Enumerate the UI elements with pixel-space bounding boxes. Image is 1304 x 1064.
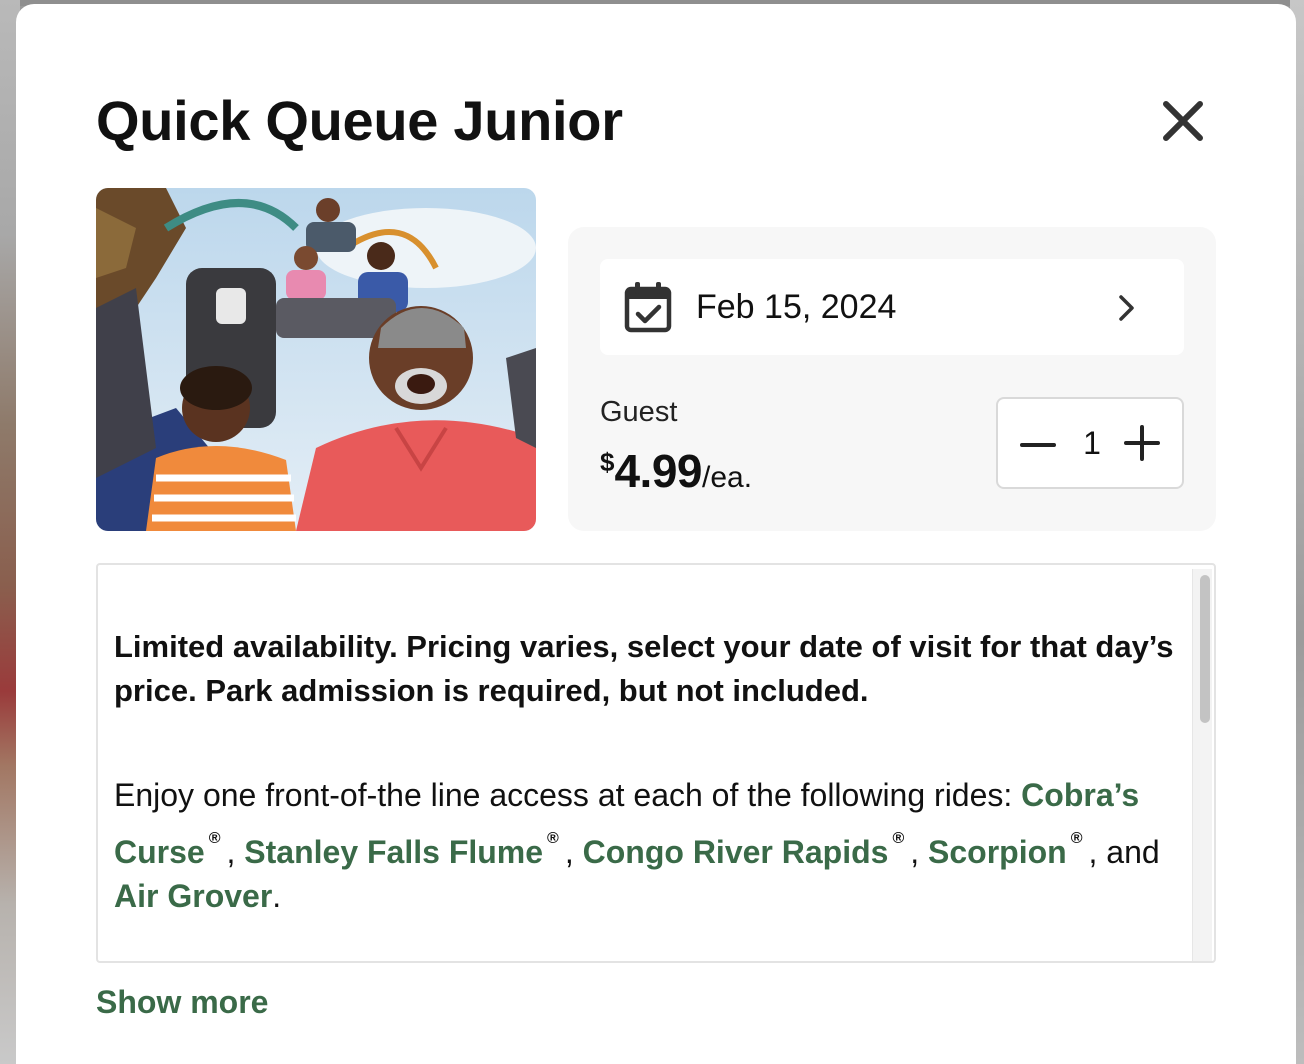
calendar-check-icon — [624, 282, 672, 333]
close-button[interactable] — [1160, 98, 1206, 144]
minus-icon[interactable] — [1018, 425, 1058, 465]
ride-link[interactable]: Stanley Falls Flume — [244, 834, 543, 870]
availability-notice: Limited availability. Pricing varies, se… — [114, 629, 1174, 708]
ticket-type-label: Guest — [600, 396, 678, 428]
registered-mark: ® — [208, 830, 221, 847]
ride-separator: . — [272, 878, 282, 914]
ride-separator: , — [910, 834, 920, 870]
registered-mark: ® — [1070, 830, 1083, 847]
ride-separator: , — [226, 834, 236, 870]
registered-mark: ® — [892, 830, 905, 847]
modal-title: Quick Queue Junior — [96, 89, 623, 152]
chevron-right-icon — [1119, 295, 1134, 321]
price-currency: $ — [600, 447, 615, 477]
description-content: Limited availability. Pricing varies, se… — [114, 625, 1174, 918]
ride-separator: , — [564, 834, 574, 870]
ride-link[interactable]: Air Grover — [114, 878, 272, 914]
price-amount: 4.99 — [614, 445, 702, 497]
scrollbar-thumb[interactable] — [1200, 575, 1210, 723]
registered-mark: ® — [547, 830, 559, 847]
price-unit: /ea. — [702, 461, 753, 494]
close-icon — [1163, 101, 1203, 141]
ride-link[interactable]: Congo River Rapids — [583, 834, 889, 870]
unit-price: $4.99/ea. — [600, 437, 752, 508]
selected-date: Feb 15, 2024 — [696, 288, 897, 326]
product-image — [96, 188, 536, 531]
ride-separator: , and — [1088, 834, 1160, 870]
quantity-stepper: 1 — [996, 397, 1184, 489]
product-modal: Quick Queue Junior Feb 15, 2024 Guest $4… — [16, 4, 1296, 1064]
booking-panel: Feb 15, 2024 Guest $4.99/ea. 1 — [568, 227, 1216, 531]
show-more-link[interactable]: Show more — [96, 982, 268, 1022]
roller-coaster-photo — [96, 188, 536, 531]
rides-list: Enjoy one front-of-the line access at ea… — [114, 773, 1174, 918]
description-panel: Limited availability. Pricing varies, se… — [96, 563, 1216, 963]
rides-intro: Enjoy one front-of-the line access at ea… — [114, 777, 1013, 813]
ride-link[interactable]: Scorpion — [928, 834, 1067, 870]
plus-icon[interactable] — [1122, 423, 1162, 463]
date-selector[interactable]: Feb 15, 2024 — [600, 259, 1184, 355]
quantity-value: 1 — [1083, 425, 1101, 461]
